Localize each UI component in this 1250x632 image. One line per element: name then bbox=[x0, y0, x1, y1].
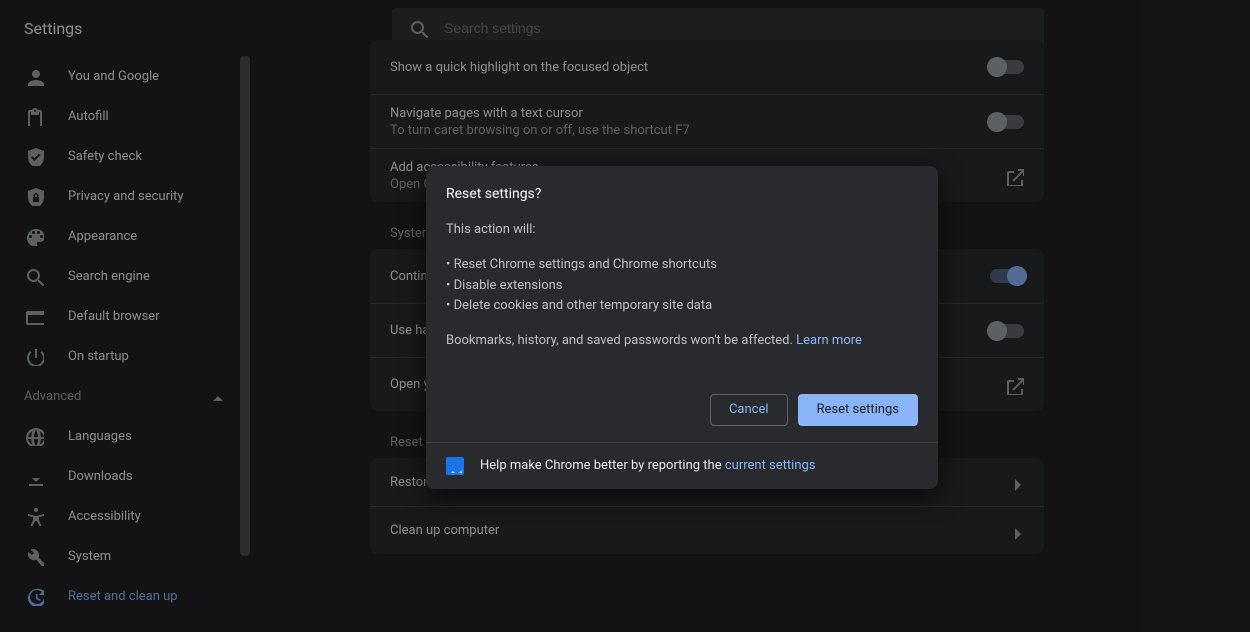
sidebar-item-label: You and Google bbox=[68, 69, 159, 84]
chevron-right-icon bbox=[1006, 522, 1024, 540]
sidebar-item-label: System bbox=[68, 549, 111, 564]
sidebar-item-label: Reset and clean up bbox=[68, 589, 178, 604]
sidebar-item-accessibility[interactable]: Accessibility bbox=[0, 496, 252, 536]
dialog-bullet: Reset Chrome settings and Chrome shortcu… bbox=[446, 255, 918, 276]
sidebar-item-label: Accessibility bbox=[68, 509, 141, 524]
dialog-footer-line: Bookmarks, history, and saved passwords … bbox=[446, 333, 796, 348]
sidebar-item-label: On startup bbox=[68, 349, 129, 364]
toggle-switch[interactable] bbox=[990, 324, 1024, 338]
sidebar-item-languages[interactable]: Languages bbox=[0, 416, 252, 456]
search-icon bbox=[24, 266, 44, 286]
sidebar-item-autofill[interactable]: Autofill bbox=[0, 96, 252, 136]
dialog-bullet: Delete cookies and other temporary site … bbox=[446, 296, 918, 317]
dialog-bullet-list: Reset Chrome settings and Chrome shortcu… bbox=[446, 255, 918, 317]
palette-icon bbox=[24, 226, 44, 246]
power-icon bbox=[24, 346, 44, 366]
lock-icon bbox=[24, 186, 44, 206]
settings-row[interactable]: Show a quick highlight on the focused ob… bbox=[370, 40, 1044, 94]
sidebar-item-downloads[interactable]: Downloads bbox=[0, 456, 252, 496]
sidebar-item-label: Autofill bbox=[68, 109, 109, 124]
search-input[interactable] bbox=[444, 20, 1028, 36]
chevron-right-icon bbox=[1006, 473, 1024, 491]
sidebar-item-privacy-and-security[interactable]: Privacy and security bbox=[0, 176, 252, 216]
sidebar-item-label: Search engine bbox=[68, 269, 150, 284]
sidebar-item-system[interactable]: System bbox=[0, 536, 252, 576]
external-link-icon bbox=[1004, 375, 1024, 395]
sidebar-item-you-and-google[interactable]: You and Google bbox=[0, 56, 252, 96]
row-subtitle: To turn caret browsing on or off, use th… bbox=[390, 123, 974, 138]
sidebar-item-default-browser[interactable]: Default browser bbox=[0, 296, 252, 336]
sidebar-item-appearance[interactable]: Appearance bbox=[0, 216, 252, 256]
dialog-title: Reset settings? bbox=[446, 186, 918, 202]
sidebar-item-search-engine[interactable]: Search engine bbox=[0, 256, 252, 296]
restore-icon bbox=[24, 586, 44, 606]
toggle-switch[interactable] bbox=[990, 115, 1024, 129]
a11y-icon bbox=[24, 506, 44, 526]
sidebar-item-label: Languages bbox=[68, 429, 132, 444]
toggle-switch[interactable] bbox=[990, 269, 1024, 283]
sidebar-scrollbar[interactable] bbox=[238, 56, 252, 632]
search-icon bbox=[408, 18, 428, 38]
toggle-switch[interactable] bbox=[990, 60, 1024, 74]
wrench-icon bbox=[24, 546, 44, 566]
sidebar-item-label: Downloads bbox=[68, 469, 133, 484]
sidebar: You and Google Autofill Safety check Privac… bbox=[0, 56, 252, 632]
sidebar-item-reset-and-clean-up[interactable]: Reset and clean up bbox=[0, 576, 252, 616]
dialog-lead: This action will: bbox=[446, 220, 918, 241]
sidebar-item-label: Appearance bbox=[68, 229, 137, 244]
sidebar-item-label: Privacy and security bbox=[68, 189, 184, 204]
download-icon bbox=[24, 466, 44, 486]
report-checkbox[interactable] bbox=[446, 457, 464, 475]
sidebar-item-on-startup[interactable]: On startup bbox=[0, 336, 252, 376]
sidebar-item-safety-check[interactable]: Safety check bbox=[0, 136, 252, 176]
browser-icon bbox=[24, 306, 44, 326]
learn-more-link[interactable]: Learn more bbox=[796, 333, 862, 348]
row-title: Clean up computer bbox=[390, 523, 990, 538]
sidebar-item-label: Safety check bbox=[68, 149, 142, 164]
external-link-icon bbox=[1004, 166, 1024, 186]
cancel-button[interactable]: Cancel bbox=[710, 394, 788, 426]
reset-settings-dialog: Reset settings? This action will: Reset … bbox=[426, 166, 938, 489]
shield-check-icon bbox=[24, 146, 44, 166]
clipboard-icon bbox=[24, 106, 44, 126]
sidebar-scrollbar-thumb[interactable] bbox=[240, 56, 250, 556]
person-icon bbox=[24, 66, 44, 86]
settings-row[interactable]: Clean up computer bbox=[370, 506, 1044, 554]
advanced-label: Advanced bbox=[24, 389, 81, 404]
sidebar-advanced-toggle[interactable]: Advanced bbox=[0, 376, 252, 416]
sidebar-item-label: Default browser bbox=[68, 309, 160, 324]
chevron-up-icon bbox=[206, 387, 224, 405]
report-text: Help make Chrome better by reporting the bbox=[480, 458, 725, 473]
check-icon bbox=[448, 459, 462, 473]
dialog-bullet: Disable extensions bbox=[446, 276, 918, 297]
row-title: Show a quick highlight on the focused ob… bbox=[390, 60, 974, 75]
app-title: Settings bbox=[0, 19, 252, 38]
settings-row[interactable]: Navigate pages with a text cursor To turn… bbox=[370, 94, 1044, 148]
globe-icon bbox=[24, 426, 44, 446]
current-settings-link[interactable]: current settings bbox=[725, 458, 816, 473]
row-title: Navigate pages with a text cursor bbox=[390, 106, 974, 121]
reset-settings-button[interactable]: Reset settings bbox=[798, 394, 918, 426]
